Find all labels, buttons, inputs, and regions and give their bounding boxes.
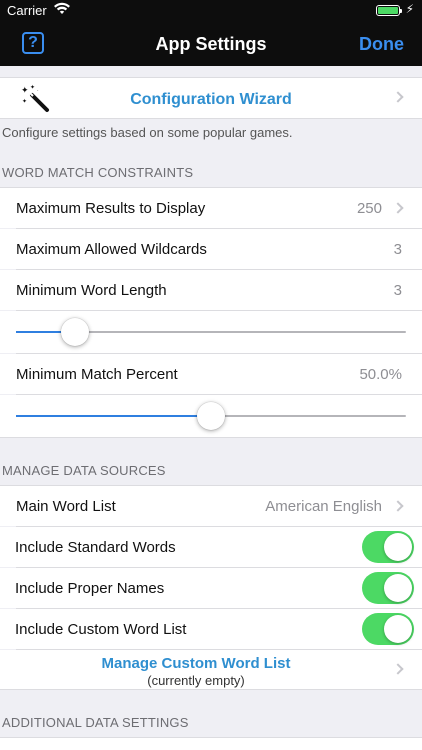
section-header-additional: ADDITIONAL DATA SETTINGS [2, 715, 189, 730]
proper-names-toggle[interactable] [362, 572, 414, 604]
divider [0, 689, 422, 690]
max-results-row[interactable]: Maximum Results to Display 250 [0, 188, 422, 228]
proper-names-row: Include Proper Names [0, 568, 422, 608]
slider-thumb[interactable] [197, 402, 225, 430]
chevron-right-icon [392, 663, 404, 675]
min-word-length-value: 3 [393, 282, 402, 299]
custom-word-list-label: Include Custom Word List [15, 621, 187, 638]
min-word-length-label: Minimum Word Length [16, 282, 167, 299]
min-match-percent-value: 50.0% [359, 366, 402, 383]
additional-settings-row [0, 738, 422, 750]
divider [0, 118, 422, 119]
min-match-percent-row: Minimum Match Percent 50.0% [0, 354, 422, 394]
custom-word-list-row: Include Custom Word List [0, 609, 422, 649]
battery-icon [376, 5, 402, 16]
done-button[interactable]: Done [359, 34, 404, 55]
configuration-wizard-row[interactable]: ✦ ✦ ✦ · Configuration Wizard [0, 78, 422, 118]
carrier-label: Carrier [7, 3, 47, 18]
charging-bolt-icon: ⚡ [405, 2, 414, 16]
min-word-length-slider-row [0, 311, 422, 353]
section-header-data-sources: MANAGE DATA SOURCES [2, 463, 166, 478]
custom-word-list-toggle[interactable] [362, 613, 414, 645]
proper-names-label: Include Proper Names [15, 580, 165, 597]
max-wildcards-label: Maximum Allowed Wildcards [16, 241, 207, 258]
min-match-percent-slider-row [0, 395, 422, 437]
min-word-length-row: Minimum Word Length 3 [0, 270, 422, 310]
slider-thumb[interactable] [61, 318, 89, 346]
manage-custom-word-list-label: Manage Custom Word List [101, 655, 291, 672]
divider [0, 437, 422, 438]
section-header-word-match: WORD MATCH CONSTRAINTS [2, 165, 194, 180]
top-bar: Carrier ⚡ ? App Settings Done [0, 0, 422, 66]
manage-custom-word-list-row[interactable]: Manage Custom Word List (currently empty… [0, 650, 422, 689]
chevron-right-icon [392, 202, 404, 214]
max-wildcards-value: 3 [393, 241, 402, 258]
wifi-icon [54, 2, 70, 14]
main-word-list-value: American English [265, 498, 382, 515]
configuration-wizard-label: Configuration Wizard [130, 91, 292, 108]
max-results-value: 250 [356, 200, 382, 217]
nav-bar: ? App Settings Done [0, 22, 422, 66]
main-word-list-label: Main Word List [16, 498, 116, 515]
max-wildcards-row: Maximum Allowed Wildcards 3 [0, 229, 422, 269]
standard-words-toggle[interactable] [362, 531, 414, 563]
chevron-right-icon [392, 500, 404, 512]
main-word-list-row[interactable]: Main Word List American English [0, 486, 422, 526]
min-match-percent-label: Minimum Match Percent [16, 366, 178, 383]
min-word-length-slider[interactable] [16, 318, 406, 346]
status-bar: Carrier ⚡ [0, 0, 422, 22]
min-match-percent-slider[interactable] [16, 402, 406, 430]
max-results-label: Maximum Results to Display [16, 200, 206, 217]
manage-custom-word-list-status: (currently empty) [147, 673, 245, 688]
svg-text:✦: ✦ [30, 84, 35, 91]
standard-words-label: Include Standard Words [15, 539, 176, 556]
standard-words-row: Include Standard Words [0, 527, 422, 567]
wizard-hint: Configure settings based on some popular… [2, 125, 293, 140]
